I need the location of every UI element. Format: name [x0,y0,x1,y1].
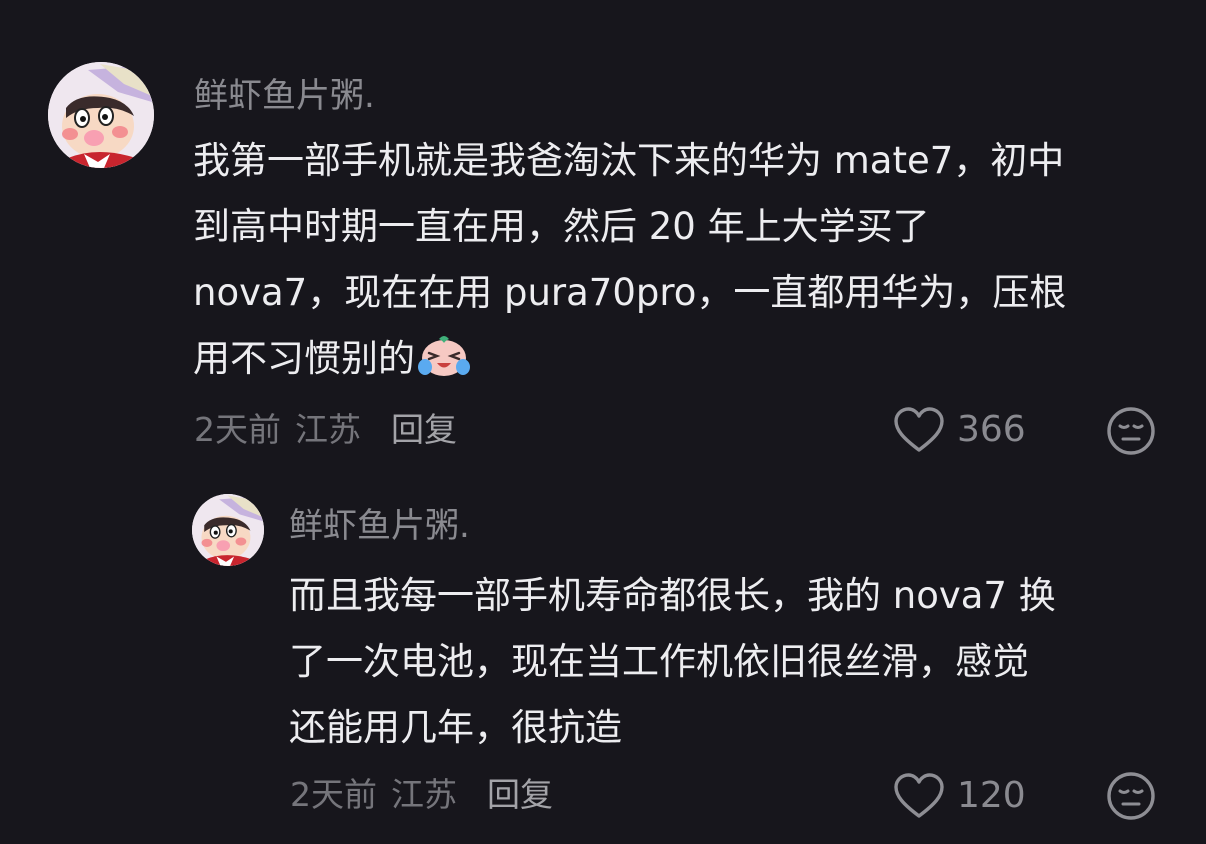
crying-laughing-emoji [417,332,471,376]
dislike-face-icon [1107,772,1155,820]
comment-meta: 2天前 江苏 回复 [290,775,553,815]
comment-body-line: 我第一部手机就是我爸淘汰下来的华为 mate7，初中 [193,139,1065,182]
comment-body-text: 用不习惯别的 [193,337,415,380]
comment-body-line: 还能用几年，很抗造 [289,706,622,749]
comment-meta: 2天前 江苏 回复 [194,410,457,450]
avatar[interactable] [192,494,264,566]
comment: 鲜虾鱼片粥. 我第一部手机就是我爸淘汰下来的华为 mate7，初中 到高中时期一… [0,0,1206,470]
reply-button[interactable]: 回复 [391,410,457,449]
comment-time: 2天前 [290,775,377,814]
heart-icon [894,407,944,452]
comment-body-line: 了一次电池，现在当工作机依旧很丝滑，感觉 [289,640,1029,683]
reply-comment: 鲜虾鱼片粥. 而且我每一部手机寿命都很长，我的 nova7 换 了一次电池，现在… [0,470,1206,844]
comment-body-line: nova7，现在在用 pura70pro，一直都用华为，压根 [193,271,1067,314]
like-button[interactable]: 120 [893,772,1026,820]
dislike-button[interactable] [1105,770,1157,826]
comment-body-line: 到高中时期一直在用，然后 20 年上大学买了 [193,205,930,248]
comment-body-line: 而且我每一部手机寿命都很长，我的 nova7 换 [289,574,1056,617]
avatar-image [48,62,154,168]
comment-body: 而且我每一部手机寿命都很长，我的 nova7 换 了一次电池，现在当工作机依旧很… [289,563,1056,761]
comment-thread: 鲜虾鱼片粥. 我第一部手机就是我爸淘汰下来的华为 mate7，初中 到高中时期一… [0,0,1206,844]
comment-time: 2天前 [194,410,281,449]
dislike-button[interactable] [1105,405,1157,461]
avatar[interactable] [48,62,154,168]
dislike-face-icon [1107,407,1155,455]
comment-body: 我第一部手机就是我爸淘汰下来的华为 mate7，初中 到高中时期一直在用，然后 … [193,128,1066,392]
like-count: 366 [957,409,1026,450]
comment-location: 江苏 [295,410,361,449]
comment-body-line: 用不习惯别的 [193,326,1066,392]
like-count: 120 [957,775,1026,816]
heart-icon [894,773,944,818]
comment-username[interactable]: 鲜虾鱼片粥. [289,506,470,546]
comment-username[interactable]: 鲜虾鱼片粥. [194,76,375,116]
like-button[interactable]: 366 [893,406,1026,454]
comment-location: 江苏 [391,775,457,814]
reply-button[interactable]: 回复 [487,775,553,814]
avatar-image [192,494,264,566]
